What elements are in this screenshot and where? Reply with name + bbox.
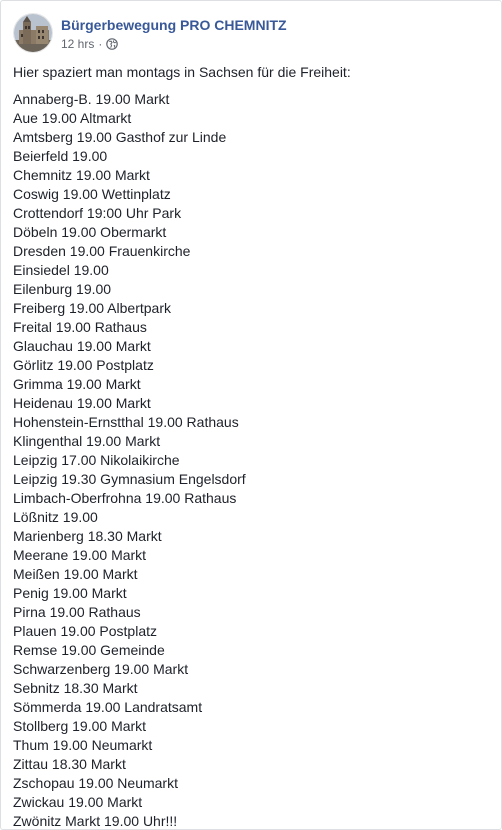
post-line: Zwickau 19.00 Markt (13, 794, 143, 810)
post-subline: 12 hrs · (61, 36, 287, 52)
separator-dot: · (98, 37, 103, 51)
page-name-link[interactable]: Bürgerbewegung PRO CHEMNITZ (61, 16, 287, 34)
post-line: Sebnitz 18.30 Markt (13, 680, 138, 696)
post-line: Annaberg-B. 19.00 Markt (13, 91, 170, 107)
post-line: Freital 19.00 Rathaus (13, 319, 147, 335)
post-line: Beierfeld 19.00 (13, 148, 108, 164)
post-line: Remse 19.00 Gemeinde (13, 642, 165, 658)
post-line: Leipzig 17.00 Nikolaikirche (13, 452, 180, 468)
post-line: Pirna 19.00 Rathaus (13, 604, 141, 620)
post-line: Zwönitz Markt 19.00 Uhr!!! (13, 813, 178, 829)
post-line: Görlitz 19.00 Postplatz (13, 357, 154, 373)
post-line: Amtsberg 19.00 Gasthof zur Linde (13, 129, 227, 145)
post-line: Chemnitz 19.00 Markt (13, 167, 150, 183)
post-line: Meißen 19.00 Markt (13, 566, 138, 582)
post-line: Stollberg 19.00 Markt (13, 718, 147, 734)
post-line: Thum 19.00 Neumarkt (13, 737, 153, 753)
post-line: Zschopau 19.00 Neumarkt (13, 775, 178, 791)
post-line: Coswig 19.00 Wettinplatz (13, 186, 171, 202)
post-line: Meerane 19.00 Markt (13, 547, 147, 563)
post-meta: Bürgerbewegung PRO CHEMNITZ 12 hrs · (61, 13, 287, 52)
post-body: Hier spaziert man montags in Sachsen für… (13, 63, 489, 829)
post-line: Penig 19.00 Markt (13, 585, 127, 601)
post-line: Aue 19.00 Altmarkt (13, 110, 132, 126)
post-line: Limbach-Oberfrohna 19.00 Rathaus (13, 490, 237, 506)
globe-icon[interactable] (106, 38, 119, 50)
post-line: Crottendorf 19:00 Uhr Park (13, 205, 182, 221)
post-line: Hohenstein-Ernstthal 19.00 Rathaus (13, 414, 239, 430)
post-line: Klingenthal 19.00 Markt (13, 433, 161, 449)
post-line: Plauen 19.00 Postplatz (13, 623, 157, 639)
post-line: Heidenau 19.00 Markt (13, 395, 151, 411)
post-line: Eilenburg 19.00 (13, 281, 112, 297)
post-timestamp[interactable]: 12 hrs (61, 36, 94, 52)
post-line: Lößnitz 19.00 (13, 509, 98, 525)
post-line: Marienberg 18.30 Markt (13, 528, 162, 544)
post-line: Zittau 18.30 Markt (13, 756, 126, 772)
post-line: Grimma 19.00 Markt (13, 376, 141, 392)
post-line: Glauchau 19.00 Markt (13, 338, 151, 354)
post-line: Dresden 19.00 Frauenkirche (13, 243, 191, 259)
post-line: Einsiedel 19.00 (13, 262, 109, 278)
post-header: Bürgerbewegung PRO CHEMNITZ 12 hrs · (13, 13, 287, 53)
post-line: Sömmerda 19.00 Landratsamt (13, 699, 203, 715)
avatar-image (14, 14, 52, 52)
post-line: Leipzig 19.30 Gymnasium Engelsdorf (13, 471, 246, 487)
post-intro: Hier spaziert man montags in Sachsen für… (13, 64, 351, 80)
post-line: Schwarzenberg 19.00 Markt (13, 661, 189, 677)
post-line: Freiberg 19.00 Albertpark (13, 300, 171, 316)
page-avatar[interactable] (13, 13, 53, 53)
post-line: Döbeln 19.00 Obermarkt (13, 224, 167, 240)
post-card: Bürgerbewegung PRO CHEMNITZ 12 hrs · Hie… (0, 0, 502, 830)
post-lines: Annaberg-B. 19.00 Markt Aue 19.00 Altmark… (13, 90, 489, 829)
